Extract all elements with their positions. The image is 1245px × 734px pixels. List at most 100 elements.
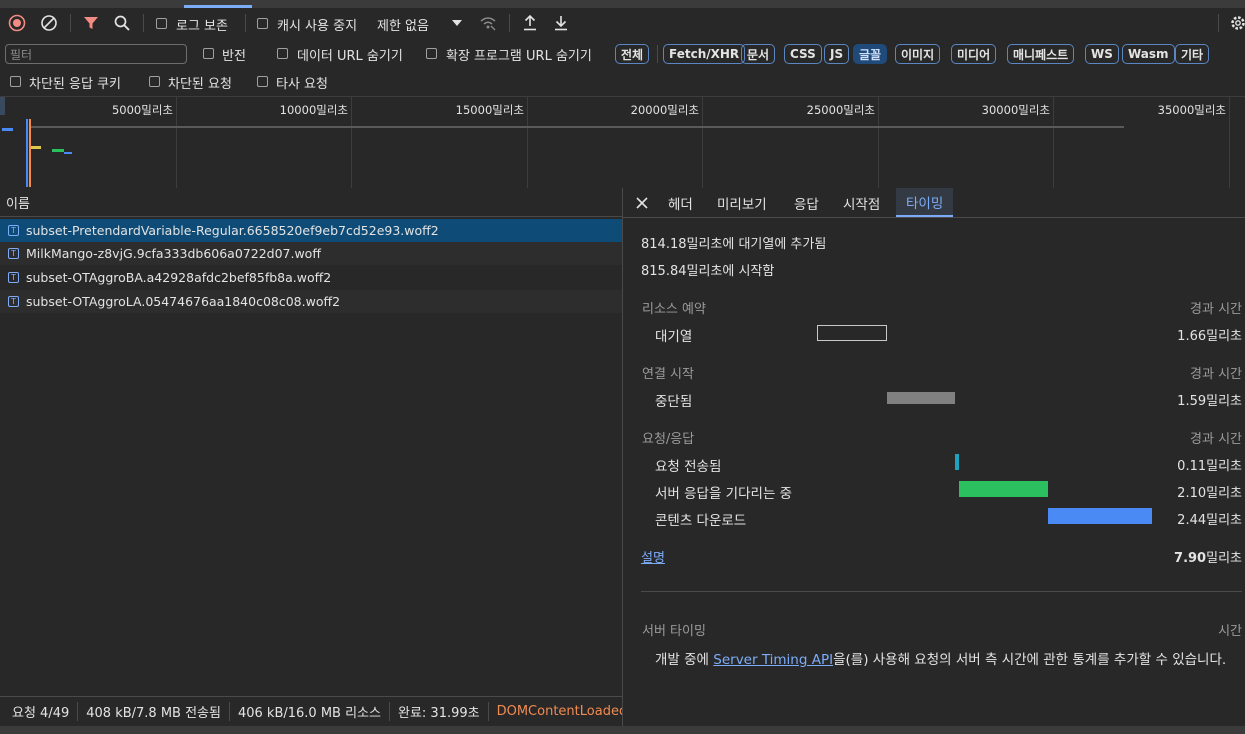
chip-all[interactable]: 전체 [615,44,650,64]
chip-image[interactable]: 이미지 [895,44,941,64]
phase-label-content-download: 콘텐츠 다운로드 [655,513,747,529]
duration-column-header: 경과 시간 [1190,302,1242,317]
blocked-requests-checkbox[interactable] [149,76,160,87]
section-resource-scheduling: 리소스 예약 [642,302,706,317]
blocked-requests-label: 차단된 요청 [168,77,232,92]
overview-gridline [176,97,177,188]
chip-media[interactable]: 미디어 [951,44,997,64]
server-timing-note: 개발 중에 Server Timing API을(를) 사용해 요청의 서버 측… [655,648,1226,668]
request-sent-bar [955,454,959,470]
chip-other[interactable]: 기타 [1175,44,1210,64]
status-transferred: 408 kB/7.8 MB 전송됨 [78,702,230,721]
chip-js[interactable]: JS [824,44,850,64]
tab-timing[interactable]: 타이밍 [896,188,954,217]
chevron-down-icon[interactable] [448,14,466,32]
status-resources: 406 kB/16.0 MB 리소스 [230,702,390,721]
server-timing-note-suffix: 을(를) 사용해 요청의 서버 측 시간에 관한 통계를 추가할 수 있습니다. [833,652,1227,668]
hide-data-urls-checkbox[interactable] [277,48,288,59]
filter-icon[interactable] [82,14,100,32]
section-divider [641,591,1242,592]
request-row[interactable]: T subset-PretendardVariable-Regular.6658… [0,219,622,242]
server-timing-api-link[interactable]: Server Timing API [713,652,833,668]
overview-tick-label: 5000밀리초 [111,103,173,117]
font-file-icon: T [8,248,19,259]
phase-label-stalled: 중단됨 [655,394,693,410]
explanation-link[interactable]: 설명 [641,547,665,566]
network-conditions-icon[interactable] [479,14,497,32]
preserve-log-checkbox[interactable] [156,18,167,29]
tab-initiator[interactable]: 시작점 [843,188,880,217]
settings-gear-icon[interactable] [1229,14,1245,32]
stalled-bar [887,392,955,404]
invert-label: 반전 [222,49,246,64]
server-time-column-header: 시간 [1218,624,1242,639]
chip-manifest[interactable]: 매니페스트 [1007,44,1075,64]
upload-icon[interactable] [521,14,539,32]
filter-input[interactable]: 필터 [5,44,187,64]
chip-font[interactable]: 글꼴 [853,44,888,64]
network-toolbar: 로그 보존 캐시 사용 중지 제한 없음 [0,8,1245,38]
overview-load-marker [29,119,31,187]
chip-css[interactable]: CSS [784,44,822,64]
chip-document[interactable]: 문서 [741,44,776,64]
overview-tick-label: 35000밀리초 [1157,103,1226,117]
tab-preview[interactable]: 미리보기 [717,188,767,217]
download-icon[interactable] [552,14,570,32]
chip-wasm[interactable]: Wasm [1122,44,1175,64]
overview-tick-label: 30000밀리초 [981,103,1050,117]
overview-tick-label: 10000밀리초 [279,103,348,117]
request-name: subset-PretendardVariable-Regular.665852… [26,223,439,238]
tab-response[interactable]: 응답 [794,188,819,217]
phase-duration-content-download: 2.44밀리초 [1177,513,1242,528]
hide-extension-urls-checkbox[interactable] [426,48,437,59]
font-file-icon: T [8,296,19,307]
request-row[interactable]: T MilkMango-z8vjG.9cfa333db606a0722d07.w… [0,242,622,265]
overview-request-bar [52,149,64,152]
content-download-bar [1048,508,1152,524]
chip-websocket[interactable]: WS [1085,44,1119,64]
search-icon[interactable] [113,14,131,32]
phase-duration-queueing: 1.66밀리초 [1177,329,1242,344]
name-column-header[interactable]: 이름 [0,188,622,217]
phase-label-waiting: 서버 응답을 기다리는 중 [655,486,793,502]
third-party-checkbox[interactable] [257,76,268,87]
invert-checkbox[interactable] [203,48,214,59]
disable-cache-checkbox[interactable] [257,18,268,29]
phase-duration-waiting: 2.10밀리초 [1177,486,1242,501]
clear-icon[interactable] [40,14,58,32]
timeline-overview[interactable]: 5000밀리초 10000밀리초 15000밀리초 20000밀리초 25000… [0,96,1245,189]
phase-label-request-sent: 요청 전송됨 [655,459,722,475]
chip-fetch-xhr[interactable]: Fetch/XHR [663,44,746,64]
toolbar-divider [509,14,510,32]
status-finish: 완료: 31.99초 [390,702,489,721]
overview-request-bar [31,146,41,149]
queueing-bar [817,325,887,341]
status-requests: 요청 4/49 [0,702,79,721]
request-name: MilkMango-z8vjG.9cfa333db606a0722d07.wof… [26,246,321,261]
throttle-select[interactable]: 제한 없음 [377,15,429,34]
total-duration-value: 7.90 [1174,551,1207,566]
record-stop-icon[interactable] [8,14,26,32]
overview-gridline [1053,97,1054,188]
phase-duration-request-sent: 0.11밀리초 [1177,459,1242,474]
overview-gridline [351,97,352,188]
details-tab-bar: 헤더 미리보기 응답 시작점 타이밍 [623,188,1245,218]
overview-gridline [527,97,528,188]
blocked-cookies-label: 차단된 응답 쿠키 [29,77,121,92]
hide-data-urls-label: 데이터 URL 숨기기 [297,49,403,64]
filter-placeholder: 필터 [10,48,33,62]
toolbar-divider [70,14,71,32]
close-icon[interactable] [635,188,649,217]
request-row[interactable]: T subset-OTAggroBA.a42928afdc2bef85fb8a.… [0,266,622,289]
request-row[interactable]: T subset-OTAggroLA.05474676aa1840c08c08.… [0,290,622,313]
status-dom-content-loaded: DOMContentLoaded [496,704,622,719]
overview-activity-line [30,126,1124,128]
overview-window-handle[interactable] [0,97,5,115]
duration-column-header: 경과 시간 [1190,432,1242,447]
tab-headers[interactable]: 헤더 [668,188,693,217]
bottom-edge [0,726,1245,734]
blocked-cookies-checkbox[interactable] [10,76,21,87]
toolbar-divider [143,14,144,32]
overview-gridline [878,97,879,188]
overview-dcl-marker [26,119,28,187]
